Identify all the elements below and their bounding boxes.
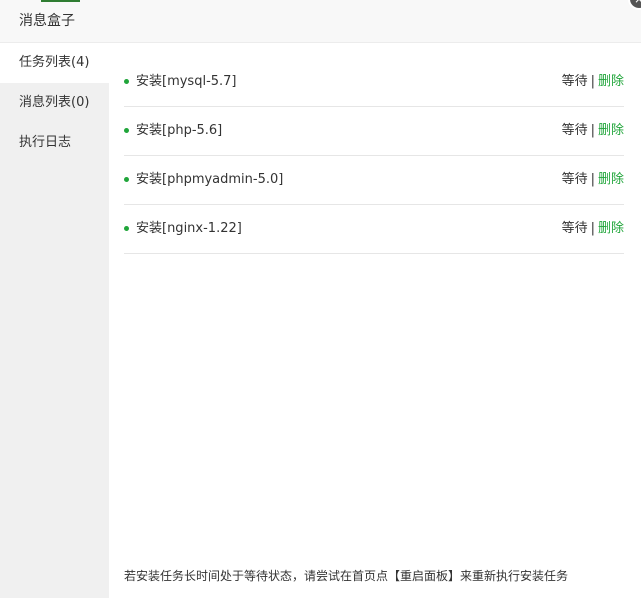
task-status: 等待 <box>561 221 588 236</box>
footer-hint: 若安装任务长时间处于等待状态，请尝试在首页点【重启面板】来重新执行安装任务 <box>124 569 569 583</box>
status-dot-icon <box>124 79 129 84</box>
task-panel: 安装[mysql-5.7] 等待 | 删除 安装[php-5.6] 等待 | 删除 安装… <box>109 43 641 598</box>
sidebar-item-label: 任务列表(4) <box>19 55 90 70</box>
task-name: 安装[php-5.6] <box>136 123 223 138</box>
delete-task-button[interactable]: 删除 <box>598 221 624 236</box>
action-separator: | <box>590 74 595 89</box>
sidebar-item-label: 消息列表(0) <box>19 95 90 110</box>
task-actions: 等待 | 删除 <box>562 171 624 189</box>
sidebar: 任务列表(4) 消息列表(0) 执行日志 <box>0 43 109 598</box>
top-decoration <box>41 0 80 2</box>
status-dot-icon <box>124 128 129 133</box>
task-status: 等待 <box>561 74 588 89</box>
task-actions: 等待 | 删除 <box>562 73 624 91</box>
sidebar-item-task-list[interactable]: 任务列表(4) <box>0 43 109 83</box>
action-separator: | <box>590 123 595 138</box>
task-name: 安装[phpmyadmin-5.0] <box>136 172 284 187</box>
task-actions: 等待 | 删除 <box>562 220 624 238</box>
delete-task-button[interactable]: 删除 <box>598 123 624 138</box>
task-status: 等待 <box>561 123 588 138</box>
dialog-titlebar: 消息盒子 <box>0 0 641 43</box>
task-status: 等待 <box>561 172 588 187</box>
status-dot-icon <box>124 177 129 182</box>
sidebar-item-label: 执行日志 <box>19 135 72 150</box>
task-row: 安装[nginx-1.22] 等待 | 删除 <box>124 205 624 254</box>
task-row: 安装[php-5.6] 等待 | 删除 <box>124 107 624 156</box>
task-row: 安装[phpmyadmin-5.0] 等待 | 删除 <box>124 156 624 205</box>
sidebar-item-execution-log[interactable]: 执行日志 <box>0 123 109 163</box>
status-dot-icon <box>124 226 129 231</box>
delete-task-button[interactable]: 删除 <box>598 172 624 187</box>
message-box-dialog: 消息盒子 × 任务列表(4) 消息列表(0) 执行日志 安装[mysql-5.7… <box>0 0 641 598</box>
sidebar-item-message-list[interactable]: 消息列表(0) <box>0 83 109 123</box>
action-separator: | <box>590 221 595 236</box>
task-row: 安装[mysql-5.7] 等待 | 删除 <box>124 58 624 107</box>
task-actions: 等待 | 删除 <box>562 122 624 140</box>
dialog-title: 消息盒子 <box>19 13 75 29</box>
task-name: 安装[mysql-5.7] <box>136 74 237 89</box>
task-list: 安装[mysql-5.7] 等待 | 删除 安装[php-5.6] 等待 | 删除 安装… <box>124 58 624 254</box>
delete-task-button[interactable]: 删除 <box>598 74 624 89</box>
task-name: 安装[nginx-1.22] <box>136 221 242 236</box>
action-separator: | <box>590 172 595 187</box>
